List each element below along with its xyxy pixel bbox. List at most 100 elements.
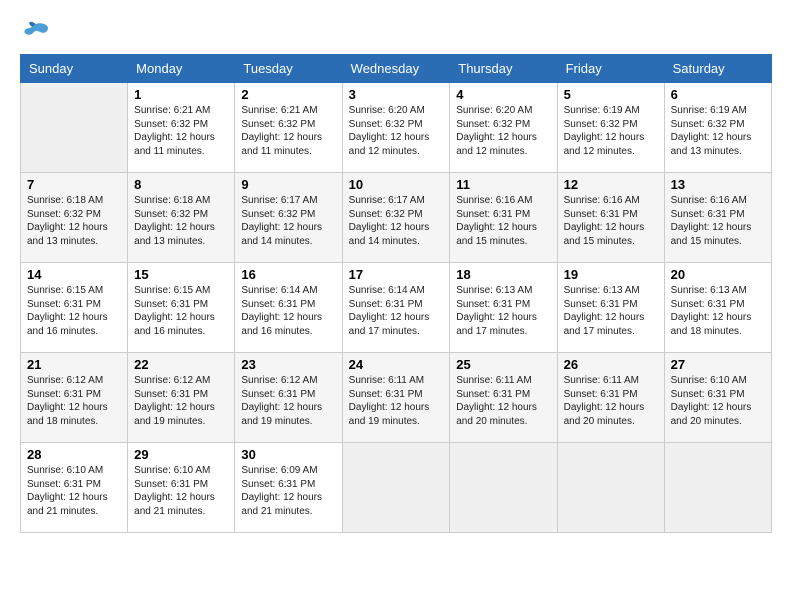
day-info: Sunrise: 6:13 AMSunset: 6:31 PMDaylight:… <box>456 284 550 338</box>
sunset-label: Sunset: 6:32 PM <box>349 119 423 130</box>
week-row-2: 7 Sunrise: 6:18 AM Sunset: 6:32 PM Daylight… <box>21 173 772 263</box>
day-number: 13 <box>671 177 765 192</box>
day-info: Sunrise: 6:16 AM Sunset: 6:31 PM Daylight:… <box>564 194 658 248</box>
sunrise-label: Sunrise: 6:19 AM <box>671 105 747 116</box>
sunrise-label: Sunrise: 6:16 AM <box>564 195 640 206</box>
calendar-cell <box>664 443 771 533</box>
sunset-label: Sunset: 6:32 PM <box>456 119 530 130</box>
daylight-label: Daylight: 12 hours and 20 minutes. <box>456 402 537 427</box>
day-number: 22 <box>134 357 228 372</box>
col-header-tuesday: Tuesday <box>235 55 342 83</box>
calendar-cell: 23Sunrise: 6:12 AMSunset: 6:31 PMDayligh… <box>235 353 342 443</box>
day-number: 9 <box>241 177 335 192</box>
daylight-label: Daylight: 12 hours and 19 minutes. <box>349 402 430 427</box>
daylight-label: Daylight: 12 hours and 16 minutes. <box>27 312 108 337</box>
col-header-monday: Monday <box>128 55 235 83</box>
sunrise-label: Sunrise: 6:12 AM <box>241 375 317 386</box>
day-info: Sunrise: 6:11 AMSunset: 6:31 PMDaylight:… <box>349 374 444 428</box>
daylight-label: Daylight: 12 hours and 14 minutes. <box>349 222 430 247</box>
calendar-cell: 2Sunrise: 6:21 AMSunset: 6:32 PMDaylight… <box>235 83 342 173</box>
daylight-label: Daylight: 12 hours and 14 minutes. <box>241 222 322 247</box>
sunset-label: Sunset: 6:31 PM <box>27 479 101 490</box>
calendar-cell: 20Sunrise: 6:13 AMSunset: 6:31 PMDayligh… <box>664 263 771 353</box>
day-info: Sunrise: 6:12 AMSunset: 6:31 PMDaylight:… <box>241 374 335 428</box>
day-number: 2 <box>241 87 335 102</box>
daylight-label: Daylight: 12 hours and 12 minutes. <box>349 132 430 157</box>
sunrise-label: Sunrise: 6:16 AM <box>671 195 747 206</box>
sunset-label: Sunset: 6:31 PM <box>564 209 638 220</box>
daylight-label: Daylight: 12 hours and 13 minutes. <box>671 132 752 157</box>
day-info: Sunrise: 6:17 AM Sunset: 6:32 PM Daylight:… <box>349 194 444 248</box>
day-number: 28 <box>27 447 121 462</box>
sunrise-label: Sunrise: 6:17 AM <box>241 195 317 206</box>
calendar-cell: 10Sunrise: 6:17 AMSunset: 6:32 PMDayligh… <box>342 173 450 263</box>
daylight-label: Daylight: 12 hours and 21 minutes. <box>134 492 215 517</box>
day-number: 17 <box>349 267 444 282</box>
sunset-label: Sunset: 6:32 PM <box>134 119 208 130</box>
sunset-label: Sunset: 6:31 PM <box>134 299 208 310</box>
sunrise-label: Sunrise: 6:18 AM <box>134 195 210 206</box>
sunrise-label: Sunrise: 6:17 AM <box>349 195 425 206</box>
sunset-label: Sunset: 6:31 PM <box>671 209 745 220</box>
day-info: Sunrise: 6:13 AMSunset: 6:31 PMDaylight:… <box>671 284 765 338</box>
day-info: Sunrise: 6:16 AMSunset: 6:31 PMDaylight:… <box>456 194 550 248</box>
sunset-label: Sunset: 6:31 PM <box>564 389 638 400</box>
calendar-cell: 13Sunrise: 6:16 AMSunset: 6:31 PMDayligh… <box>664 173 771 263</box>
day-number: 7 <box>27 177 121 192</box>
sunset-label: Sunset: 6:31 PM <box>671 299 745 310</box>
day-info: Sunrise: 6:10 AMSunset: 6:31 PMDaylight:… <box>134 464 228 518</box>
sunrise-label: Sunrise: 6:12 AM <box>27 375 103 386</box>
day-info: Sunrise: 6:13 AMSunset: 6:31 PMDaylight:… <box>564 284 658 338</box>
day-info: Sunrise: 6:12 AM Sunset: 6:31 PM Daylight:… <box>134 374 228 428</box>
sunrise-label: Sunrise: 6:11 AM <box>456 375 531 386</box>
sunrise-label: Sunrise: 6:10 AM <box>134 465 210 476</box>
sunset-label: Sunset: 6:31 PM <box>241 389 315 400</box>
day-info: Sunrise: 6:21 AM Sunset: 6:32 PM Daylight:… <box>134 104 228 158</box>
daylight-label: Daylight: 12 hours and 11 minutes. <box>134 132 215 157</box>
daylight-label: Daylight: 12 hours and 12 minutes. <box>456 132 537 157</box>
daylight-label: Daylight: 12 hours and 15 minutes. <box>564 222 645 247</box>
day-number: 12 <box>564 177 658 192</box>
daylight-label: Daylight: 12 hours and 21 minutes. <box>27 492 108 517</box>
sunrise-label: Sunrise: 6:12 AM <box>134 375 210 386</box>
sunrise-label: Sunrise: 6:21 AM <box>134 105 210 116</box>
daylight-label: Daylight: 12 hours and 20 minutes. <box>564 402 645 427</box>
calendar-cell: 25Sunrise: 6:11 AMSunset: 6:31 PMDayligh… <box>450 353 557 443</box>
sunset-label: Sunset: 6:32 PM <box>349 209 423 220</box>
sunset-label: Sunset: 6:32 PM <box>134 209 208 220</box>
daylight-label: Daylight: 12 hours and 20 minutes. <box>671 402 752 427</box>
calendar-cell: 27Sunrise: 6:10 AMSunset: 6:31 PMDayligh… <box>664 353 771 443</box>
calendar-cell: 26Sunrise: 6:11 AMSunset: 6:31 PMDayligh… <box>557 353 664 443</box>
day-info: Sunrise: 6:18 AMSunset: 6:32 PMDaylight:… <box>27 194 121 248</box>
week-row-4: 21Sunrise: 6:12 AMSunset: 6:31 PMDayligh… <box>21 353 772 443</box>
day-info: Sunrise: 6:19 AM Sunset: 6:32 PM Daylight:… <box>671 104 765 158</box>
day-number: 26 <box>564 357 658 372</box>
day-info: Sunrise: 6:19 AMSunset: 6:32 PMDaylight:… <box>564 104 658 158</box>
day-info: Sunrise: 6:14 AMSunset: 6:31 PMDaylight:… <box>241 284 335 338</box>
day-number: 14 <box>27 267 121 282</box>
sunrise-label: Sunrise: 6:09 AM <box>241 465 317 476</box>
day-number: 29 <box>134 447 228 462</box>
calendar-cell: 15Sunrise: 6:15 AMSunset: 6:31 PMDayligh… <box>128 263 235 353</box>
day-number: 16 <box>241 267 335 282</box>
page-header <box>20 20 772 44</box>
sunset-label: Sunset: 6:32 PM <box>27 209 101 220</box>
sunrise-label: Sunrise: 6:13 AM <box>564 285 640 296</box>
sunrise-label: Sunrise: 6:15 AM <box>27 285 103 296</box>
sunrise-label: Sunrise: 6:18 AM <box>27 195 103 206</box>
sunset-label: Sunset: 6:31 PM <box>134 389 208 400</box>
daylight-label: Daylight: 12 hours and 16 minutes. <box>241 312 322 337</box>
day-info: Sunrise: 6:12 AMSunset: 6:31 PMDaylight:… <box>27 374 121 428</box>
day-number: 11 <box>456 177 550 192</box>
calendar-cell: 16 Sunrise: 6:14 AMSunset: 6:31 PMDayligh… <box>235 263 342 353</box>
calendar-cell: 17Sunrise: 6:14 AMSunset: 6:31 PMDayligh… <box>342 263 450 353</box>
calendar-cell: 14Sunrise: 6:15 AMSunset: 6:31 PMDayligh… <box>21 263 128 353</box>
calendar-cell <box>557 443 664 533</box>
calendar-table: SundayMondayTuesdayWednesdayThursdayFrid… <box>20 54 772 533</box>
sunset-label: Sunset: 6:31 PM <box>27 389 101 400</box>
sunset-label: Sunset: 6:31 PM <box>241 299 315 310</box>
sunrise-label: Sunrise: 6:21 AM <box>241 105 317 116</box>
sunset-label: Sunset: 6:32 PM <box>671 119 745 130</box>
daylight-label: Daylight: 12 hours and 19 minutes. <box>134 402 215 427</box>
daylight-label: Daylight: 12 hours and 17 minutes. <box>564 312 645 337</box>
